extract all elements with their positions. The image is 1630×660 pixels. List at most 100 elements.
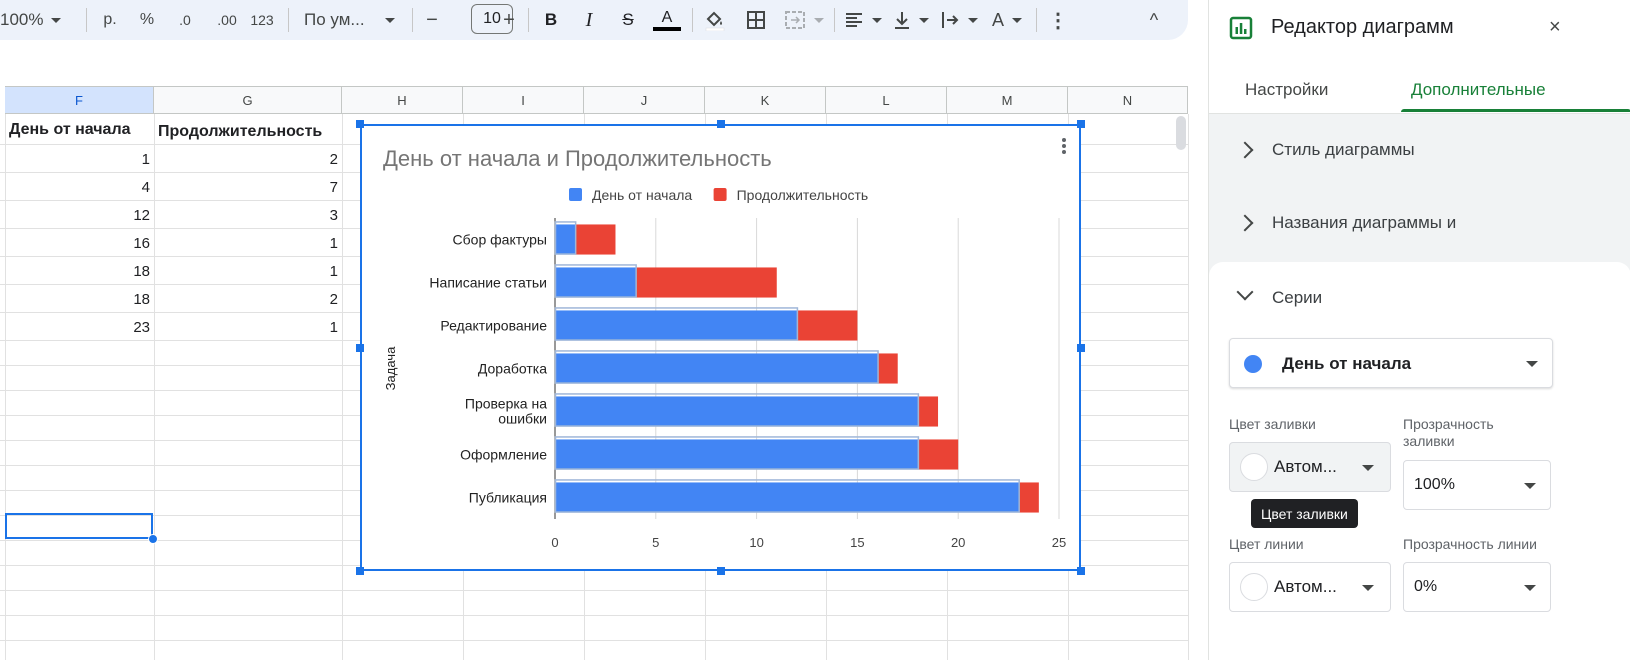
text-wrap-icon: [942, 12, 959, 28]
column-header-g[interactable]: G: [154, 86, 342, 114]
chart-editor-panel: Редактор диаграмм × Настройки Дополнител…: [1208, 0, 1630, 660]
increase-decimals-button[interactable]: .00: [212, 0, 242, 40]
tab-setup[interactable]: Настройки: [1245, 80, 1328, 100]
merge-cells-button[interactable]: [782, 0, 826, 40]
column-header-j[interactable]: J: [584, 86, 705, 114]
chevron-right-icon: [1236, 141, 1254, 159]
series-color-dot: [1244, 355, 1262, 373]
more-formats-button[interactable]: 123: [246, 0, 278, 40]
table-row-cell[interactable]: 3: [154, 201, 342, 229]
chart-resize-handle[interactable]: [356, 343, 364, 352]
cell-g1[interactable]: Продолжительность: [154, 118, 342, 146]
bar-day-from-start: [555, 353, 878, 384]
text-rotation-button[interactable]: A: [986, 0, 1028, 40]
table-row-cell[interactable]: 2: [154, 145, 342, 173]
paint-bucket-icon: [705, 11, 725, 31]
bar-day-from-start: [555, 482, 1019, 513]
table-row-cell[interactable]: 12: [5, 201, 154, 229]
collapse-toolbar-button[interactable]: ^: [1140, 0, 1168, 40]
fill-color-picker[interactable]: Автом...: [1229, 442, 1391, 492]
italic-button[interactable]: I: [578, 0, 600, 40]
bar-day-from-start: [555, 310, 797, 341]
toolbar-divider: [412, 8, 413, 32]
line-color-picker[interactable]: Автом...: [1229, 562, 1391, 612]
fill-color-button[interactable]: [702, 0, 728, 40]
strikethrough-button[interactable]: S: [616, 0, 640, 40]
vertical-scrollbar[interactable]: [1176, 116, 1186, 150]
fill-opacity-label: Прозрачность заливки: [1403, 416, 1494, 449]
fill-handle[interactable]: [148, 534, 158, 544]
cell-f1[interactable]: День от начала: [5, 116, 154, 144]
grid-row-line: [0, 590, 1188, 591]
line-color-swatch: [1240, 573, 1268, 601]
line-opacity-select[interactable]: 0%: [1403, 562, 1551, 612]
column-header-h[interactable]: H: [342, 86, 463, 114]
chart-resize-handle[interactable]: [356, 120, 364, 128]
decrease-decimals-button[interactable]: .0: [172, 0, 198, 40]
column-header-i[interactable]: I: [463, 86, 584, 114]
toolbar-divider: [288, 8, 289, 32]
grid-column-line: [1188, 114, 1189, 660]
table-row-cell[interactable]: 23: [5, 313, 154, 341]
section-chart-titles[interactable]: Названия диаграммы и: [1209, 187, 1630, 259]
x-tick-label: 20: [951, 535, 965, 550]
toolbar-divider: [86, 8, 87, 32]
table-row-cell[interactable]: 18: [5, 257, 154, 285]
chart-resize-handle[interactable]: [716, 567, 725, 575]
fill-opacity-select[interactable]: 100%: [1403, 460, 1551, 510]
bar-day-from-start: [555, 267, 636, 298]
chevron-down-icon: [814, 17, 824, 23]
column-header-f[interactable]: F: [5, 86, 154, 114]
table-row-cell[interactable]: 1: [154, 257, 342, 285]
table-row-cell[interactable]: 2: [154, 285, 342, 313]
embedded-chart[interactable]: 0 5 10 15 20 25 Сбор фактуры Написание статьи Ре…: [360, 124, 1081, 571]
chart-resize-handle[interactable]: [1077, 120, 1085, 128]
decrease-font-size-button[interactable]: −: [420, 0, 444, 40]
text-rotation-icon: A: [991, 9, 1004, 30]
series-select[interactable]: День от начала: [1229, 338, 1553, 388]
percent-format-button[interactable]: %: [134, 0, 160, 40]
tab-customize[interactable]: Дополнительные: [1411, 80, 1546, 100]
table-row-cell[interactable]: 4: [5, 173, 154, 201]
table-row-cell[interactable]: 16: [5, 229, 154, 257]
bar-duration: [917, 396, 939, 427]
text-wrapping-button[interactable]: [938, 0, 980, 40]
y-tick-label: ошибки: [498, 411, 547, 427]
chart-resize-handle[interactable]: [1077, 343, 1085, 352]
zoom-select[interactable]: 100%: [0, 0, 70, 40]
selected-cell[interactable]: [5, 513, 153, 539]
column-header-n[interactable]: N: [1068, 86, 1188, 114]
column-header-m[interactable]: M: [947, 86, 1068, 114]
vertical-align-button[interactable]: [890, 0, 932, 40]
column-header-l[interactable]: L: [826, 86, 947, 114]
x-tick-label: 25: [1052, 535, 1066, 550]
font-select[interactable]: По ум...: [304, 0, 396, 40]
increase-font-size-button[interactable]: +: [498, 0, 520, 40]
fill-opacity-value: 100%: [1414, 476, 1455, 493]
panel-header: Редактор диаграмм ×: [1209, 0, 1630, 62]
bold-button[interactable]: B: [540, 0, 562, 40]
table-row-cell[interactable]: 7: [154, 173, 342, 201]
bar-duration: [635, 267, 777, 298]
section-chart-style[interactable]: Стиль диаграммы: [1209, 114, 1630, 186]
chart-menu-icon[interactable]: [1060, 136, 1068, 156]
text-color-button[interactable]: A: [652, 0, 682, 40]
table-row-cell[interactable]: 1: [154, 229, 342, 257]
chart-resize-handle[interactable]: [1077, 567, 1085, 575]
table-row-cell[interactable]: 18: [5, 285, 154, 313]
y-tick-label: Сбор фактуры: [453, 232, 547, 248]
horizontal-align-button[interactable]: [842, 0, 884, 40]
table-row-cell[interactable]: 1: [154, 313, 342, 341]
chart-resize-handle[interactable]: [356, 567, 364, 575]
section-series-header[interactable]: Серии: [1209, 262, 1630, 334]
table-row-cell[interactable]: 1: [5, 145, 154, 173]
y-tick-label: Проверка на: [465, 396, 547, 412]
borders-button[interactable]: [744, 0, 768, 40]
toolbar: 100% р. % .0 .00 123 По ум... − 10 + B I…: [0, 0, 1188, 40]
more-options-button[interactable]: ⋮: [1046, 0, 1070, 40]
close-icon[interactable]: ×: [1549, 16, 1561, 39]
chart-resize-handle[interactable]: [716, 120, 725, 128]
currency-format-button[interactable]: р.: [96, 0, 124, 40]
column-header-k[interactable]: K: [705, 86, 826, 114]
x-tick-label: 10: [749, 535, 763, 550]
